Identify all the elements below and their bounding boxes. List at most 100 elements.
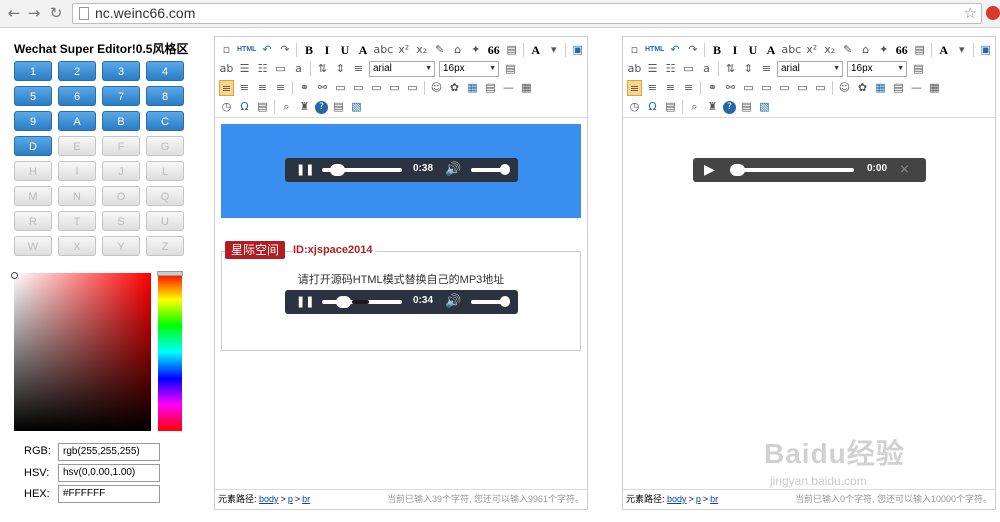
- underline-icon[interactable]: U: [745, 42, 760, 58]
- align-justify-icon[interactable]: ≡: [681, 80, 696, 96]
- progress-handle[interactable]: [730, 164, 745, 176]
- progress-bar[interactable]: [322, 300, 402, 304]
- style-button-d[interactable]: D: [14, 136, 52, 156]
- line-spacing-icon[interactable]: ≡: [759, 61, 774, 77]
- progress-handle[interactable]: [335, 296, 351, 308]
- style-button-l[interactable]: L: [146, 161, 184, 181]
- format-brush-icon[interactable]: ⌂: [450, 42, 465, 58]
- link-icon[interactable]: ⚭: [297, 80, 312, 96]
- redo-icon[interactable]: ↷: [277, 42, 292, 58]
- superscript-icon[interactable]: x²: [804, 42, 819, 58]
- strikethrough-icon[interactable]: abc: [373, 42, 393, 58]
- search-replace-icon[interactable]: ⌕: [279, 99, 294, 115]
- path-link-p[interactable]: p: [288, 494, 293, 504]
- style-button-r[interactable]: R: [14, 211, 52, 231]
- play-icon[interactable]: ▶: [704, 162, 715, 178]
- scrawl-icon[interactable]: ✿: [855, 80, 870, 96]
- align-center-icon[interactable]: ≡: [645, 80, 660, 96]
- subscript-icon[interactable]: x₂: [414, 42, 429, 58]
- pause-icon[interactable]: ❚❚: [296, 294, 314, 310]
- volume-icon[interactable]: 🔊: [445, 162, 461, 178]
- style-button-n[interactable]: N: [58, 186, 96, 206]
- insert-table-icon[interactable]: ▦: [873, 80, 888, 96]
- style-button-b[interactable]: B: [102, 111, 140, 131]
- image-none-icon[interactable]: ▭: [813, 80, 828, 96]
- align-justify-icon[interactable]: ≡: [273, 80, 288, 96]
- audio-player[interactable]: ❚❚ 0:34 🔊: [285, 290, 518, 314]
- font-color-icon[interactable]: A: [528, 42, 543, 58]
- style-button-t[interactable]: T: [58, 211, 96, 231]
- style-button-g[interactable]: G: [146, 136, 184, 156]
- unlink-icon[interactable]: ⚯: [315, 80, 330, 96]
- url-text[interactable]: nc.weinc66.com: [95, 5, 195, 21]
- horizontal-rule-icon[interactable]: —: [909, 80, 924, 96]
- align-left-icon[interactable]: ≡: [627, 80, 642, 96]
- anchor-icon[interactable]: ▭: [741, 80, 756, 96]
- extension-icon[interactable]: [986, 6, 1000, 20]
- line-spacing-icon[interactable]: ≡: [351, 61, 366, 77]
- background-icon[interactable]: ▧: [757, 99, 772, 115]
- blockquote-icon[interactable]: 66: [486, 42, 501, 58]
- style-button-m[interactable]: M: [14, 186, 52, 206]
- reload-icon[interactable]: ↻: [48, 5, 64, 21]
- italic-icon[interactable]: I: [319, 42, 334, 58]
- volume-muted-icon[interactable]: ⨯: [899, 162, 910, 178]
- rgb-field[interactable]: rgb(255,255,255): [58, 443, 160, 461]
- paragraph-spacing-icon[interactable]: ⇕: [741, 61, 756, 77]
- style-button-q[interactable]: Q: [146, 186, 184, 206]
- scrawl-icon[interactable]: ✿: [447, 80, 462, 96]
- style-button-h[interactable]: H: [14, 161, 52, 181]
- paste-plain-icon[interactable]: ▤: [739, 99, 754, 115]
- star-icon[interactable]: ☆: [964, 4, 977, 22]
- style-button-1[interactable]: 1: [14, 61, 52, 81]
- subscript-icon[interactable]: x₂: [822, 42, 837, 58]
- progress-handle[interactable]: [330, 164, 345, 176]
- progress-bar[interactable]: [730, 168, 854, 172]
- font-color-dropdown-icon[interactable]: ▾: [546, 42, 561, 58]
- style-button-3[interactable]: 3: [102, 61, 140, 81]
- path-link-br[interactable]: br: [710, 494, 718, 504]
- style-button-u[interactable]: U: [146, 211, 184, 231]
- style-button-f[interactable]: F: [102, 136, 140, 156]
- superscript-icon[interactable]: x²: [396, 42, 411, 58]
- preview-icon[interactable]: ♜: [297, 99, 312, 115]
- fullscreen-icon[interactable]: ▣: [978, 42, 993, 58]
- bold-icon[interactable]: B: [301, 42, 316, 58]
- color-saturation-area[interactable]: [14, 273, 151, 431]
- style-button-6[interactable]: 6: [58, 86, 96, 106]
- background-icon[interactable]: ▧: [349, 99, 364, 115]
- hue-slider[interactable]: [158, 273, 182, 431]
- help-icon[interactable]: ?: [723, 100, 736, 114]
- font-family-select[interactable]: arial ▼: [369, 61, 435, 77]
- paragraph-spacing-icon[interactable]: ⇕: [333, 61, 348, 77]
- paste-text-icon[interactable]: ▤: [912, 42, 927, 58]
- search-replace-icon[interactable]: ⌕: [687, 99, 702, 115]
- image-center-icon[interactable]: ▭: [387, 80, 402, 96]
- underline-icon[interactable]: U: [337, 42, 352, 58]
- style-button-x[interactable]: X: [58, 236, 96, 256]
- style-button-2[interactable]: 2: [58, 61, 96, 81]
- italic-icon[interactable]: I: [727, 42, 742, 58]
- address-bar[interactable]: nc.weinc66.com ☆: [72, 3, 982, 24]
- hex-field[interactable]: #FFFFFF: [58, 485, 160, 503]
- anchor-icon[interactable]: ▭: [333, 80, 348, 96]
- align-center-icon[interactable]: ≡: [237, 80, 252, 96]
- style-button-y[interactable]: Y: [102, 236, 140, 256]
- path-link-body[interactable]: body: [259, 494, 279, 504]
- font-family-select[interactable]: arial ▼: [777, 61, 843, 77]
- emotion-icon[interactable]: ☺: [429, 80, 444, 96]
- blockquote-icon[interactable]: 66: [894, 42, 909, 58]
- unlink-icon[interactable]: ⚯: [723, 80, 738, 96]
- help-icon[interactable]: ?: [315, 100, 328, 114]
- paste-text-icon[interactable]: ▤: [504, 42, 519, 58]
- style-button-j[interactable]: J: [102, 161, 140, 181]
- time-icon[interactable]: ◷: [219, 99, 234, 115]
- volume-icon[interactable]: 🔊: [445, 294, 461, 310]
- clear-format-icon[interactable]: ▤: [503, 61, 518, 77]
- text-indent-icon[interactable]: ▭: [681, 61, 696, 77]
- font-color-icon[interactable]: A: [936, 42, 951, 58]
- color-picker-handle[interactable]: [11, 272, 18, 279]
- paste-plain-icon[interactable]: ▤: [331, 99, 346, 115]
- row-spacing-icon[interactable]: ab: [219, 61, 234, 77]
- format-brush-icon[interactable]: ⌂: [858, 42, 873, 58]
